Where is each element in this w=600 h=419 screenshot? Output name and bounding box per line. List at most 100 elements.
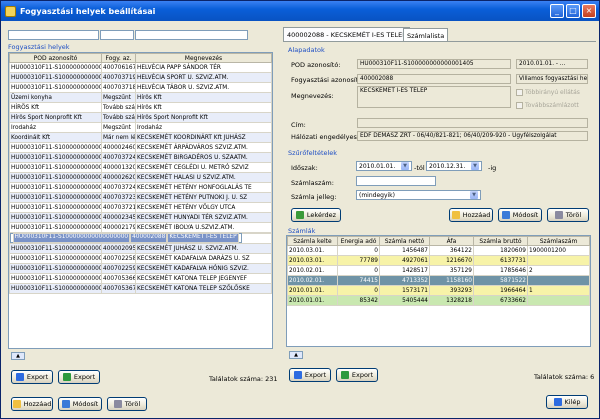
query-button[interactable]: Lekérdez <box>291 208 341 222</box>
bill-cell: 2010.01.01. <box>287 285 338 296</box>
bill-cell: 4927061 <box>379 255 430 266</box>
name-label: Megnevezés: <box>291 92 334 100</box>
date-from-picker[interactable]: 2010.01.01. ▼ <box>356 161 412 171</box>
table-row[interactable]: HU000310F11-S100000000000000178400705366… <box>9 273 272 284</box>
filter-pod-input[interactable] <box>8 30 99 40</box>
table-row[interactable]: HU000310F11-S100000000000000178400703724… <box>9 152 272 163</box>
multi-supply-checkbox: Többirányú ellátás <box>516 89 580 96</box>
bill-edit-button[interactable]: Módosít <box>498 208 542 222</box>
bills-title: Számlák <box>288 227 316 235</box>
table-cell: 400705366 <box>101 273 136 284</box>
tab-billing-list[interactable]: Számlalista <box>403 28 449 42</box>
left-count: Találatok száma: 231 <box>209 375 278 383</box>
table-cell: Megszűnt <box>101 92 136 103</box>
table-row[interactable]: HU000310F11-S100000000000000178400705367… <box>9 283 272 294</box>
table-cell: HU000310F11-S100000000000000178 <box>9 283 102 294</box>
table-row[interactable]: HU000310F11-S100000000000000000400002095… <box>9 243 272 254</box>
bills-table[interactable]: Számla kelte Energia adó Számla nettó Áf… <box>286 235 591 347</box>
table-cell: KECSKEMÉT HETÉNY PUTNOKI J. U. SZ <box>135 192 272 203</box>
table-row[interactable]: Hírös Sport Nonprofit KftTovább számHírö… <box>9 112 272 123</box>
table-row[interactable]: HU000310F11-S100000000000000178400702258… <box>9 253 272 264</box>
table-cell: KECSKEMÉT BIRGADÉROS U. SZAATM. <box>135 152 272 163</box>
table-cell: Már nem létez <box>101 132 136 143</box>
close-button[interactable]: × <box>582 4 596 18</box>
invoice-type-select[interactable]: (mindegyik) ▼ <box>356 190 481 200</box>
col-pod[interactable]: POD azonosító <box>9 53 102 63</box>
tab-consumption-point[interactable]: 400002088 - KECSKEMÉT I-ES TELEP <box>283 27 411 41</box>
table-row[interactable]: Koordinált KftMár nem létezKECSKEMÉT KOO… <box>9 132 272 143</box>
table-row[interactable]: HU000310F11-S100000000000000176400706167… <box>9 62 272 73</box>
to-suffix: -ig <box>488 164 497 172</box>
table-row[interactable]: Irodaház Megszűnt Irodaház <box>9 122 272 133</box>
bill-cell: 2010.02.01. <box>287 275 338 286</box>
table-row[interactable]: HU000310F11-S100000000000000178400703721… <box>9 202 272 213</box>
col-bill-date[interactable]: Számla kelte <box>287 236 338 246</box>
bill-cell: 357129 <box>429 265 474 276</box>
filter-name-input[interactable] <box>135 30 248 40</box>
table-row[interactable]: HU000310F11-S100000000000000178400703718… <box>9 82 272 93</box>
scroll-up-button[interactable]: ▲ <box>11 352 25 360</box>
minimize-button[interactable]: _ <box>550 4 564 18</box>
bill-cell: 1 <box>527 285 590 296</box>
table-row[interactable]: HU000310F11-S100000000000000000400001320… <box>9 162 272 173</box>
bill-row[interactable]: 2010.02.01. 0 1428517 357129 1785646 2 <box>287 265 590 276</box>
table-cell: 400703724 <box>101 152 136 163</box>
table-row[interactable]: HU000310F11-S100000000000000178400703723… <box>9 192 272 203</box>
point-type: Villamos fogyasztási hely <box>516 74 588 84</box>
table-row[interactable]: HU000310F11-S100000000000000000400002460… <box>9 142 272 153</box>
table-cell: KECSKEMÉT KADAFALVA HÓNIG SZVIZ. <box>135 263 272 274</box>
table-row[interactable]: HU000310F11-S100000000000000000400002179… <box>9 222 272 233</box>
left-section-title: Fogyasztási helyek <box>8 43 70 51</box>
bill-cell: 1820609 <box>473 245 528 256</box>
invoice-number-input[interactable] <box>356 176 436 186</box>
table-cell: HELVÉCIA PAPP SÁNDOR TÉR <box>135 62 272 73</box>
bill-row[interactable]: 2010.01.01. 0 1573171 393293 1966464 1 <box>287 285 590 296</box>
table-row[interactable]: HU000310F11-S100000000000000178400703719… <box>9 72 272 83</box>
table-cell: 400702258 <box>101 253 136 264</box>
bill-cell: 1966464 <box>473 285 528 296</box>
col-net[interactable]: Számla nettó <box>379 236 430 246</box>
table-row[interactable]: HU000310F11-S100000000000000000 400002088… <box>9 233 242 243</box>
table-row[interactable]: HU000310F11-S100000000000000178400702259… <box>9 263 272 274</box>
bill-row[interactable]: 2010.02.01. 74415 4713352 1158160 5871522 <box>287 275 590 286</box>
table-row[interactable]: HU000310F11-S100000000000000178400703724… <box>9 182 272 193</box>
col-fogy[interactable]: Fogy. az. <box>101 53 136 63</box>
filter-fogy-input[interactable] <box>100 30 134 40</box>
left-export2-button[interactable]: Export <box>58 370 100 384</box>
col-energy-tax[interactable]: Energia adó <box>337 236 380 246</box>
bill-row[interactable]: 2010.01.01. 85342 5405444 1328218 6733662 <box>287 295 590 306</box>
left-export-button[interactable]: Export <box>11 370 53 384</box>
bill-cell: 2010.01.01. <box>287 295 338 306</box>
left-delete-button[interactable]: Töröl <box>107 397 147 411</box>
table-row[interactable]: HÍRÖS KftTovább számHírös Kft <box>9 102 272 113</box>
bill-cell <box>527 255 590 266</box>
bill-cell: 2010.02.01. <box>287 265 338 276</box>
consumption-points-table[interactable]: POD azonosító Fogy. az. Megnevezés HU000… <box>8 52 273 349</box>
col-name[interactable]: Megnevezés <box>135 53 272 63</box>
bills-export2-button[interactable]: Export <box>336 368 378 382</box>
bill-add-button[interactable]: Hozzáad <box>449 208 493 222</box>
bills-export-button[interactable]: Export <box>289 368 331 382</box>
bill-row[interactable]: 2010.03.01. 0 1456487 364122 1820609 19000012… <box>287 245 590 256</box>
left-add-button[interactable]: Hozzáad <box>11 397 53 411</box>
table-row[interactable]: HU000310F11-S100000000000000000400002345… <box>9 212 272 223</box>
table-row[interactable]: HU000310F11-S100000000000000000400002620… <box>9 172 272 183</box>
exit-button[interactable]: Kilép <box>546 395 588 409</box>
table-cell: 400002088 <box>130 233 168 243</box>
table-cell: KECSKEMÉT HETÉNY VÖLGY UTCA <box>135 202 272 213</box>
bill-row[interactable]: 2010.03.01. 77789 4927061 1216670 6137731 <box>287 255 590 266</box>
bills-scroll-up-button[interactable]: ▲ <box>289 351 303 359</box>
date-to-picker[interactable]: 2010.12.31. ▼ <box>426 161 482 171</box>
bill-delete-button[interactable]: Töröl <box>547 208 589 222</box>
col-vat[interactable]: Áfa <box>429 236 474 246</box>
fogy-label: Fogyasztási azonosító: <box>291 76 365 84</box>
left-edit-button[interactable]: Módosít <box>58 397 102 411</box>
bill-cell: 1158160 <box>429 275 474 286</box>
table-row[interactable]: Üzemi konyha Megszűnt Hírös Kft <box>9 92 272 103</box>
table-cell: 400703723 <box>101 192 136 203</box>
network-label: Hálózati engedélyes: <box>291 133 360 141</box>
col-gross[interactable]: Számla bruttó <box>473 236 528 246</box>
col-invoice-no[interactable]: Számlaszám <box>527 236 590 246</box>
maximize-button[interactable]: □ <box>566 4 580 18</box>
table-cell: KECSKEMÉT IBOLYA U.SZVIZ.ATM. <box>135 222 272 233</box>
